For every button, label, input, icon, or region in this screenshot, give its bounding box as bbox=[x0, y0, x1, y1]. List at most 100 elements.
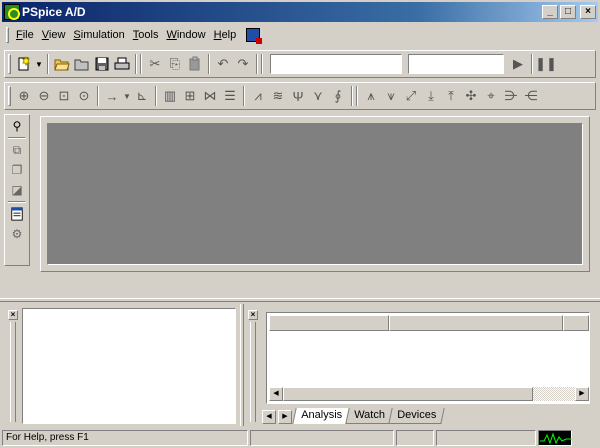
open-file-icon[interactable] bbox=[72, 54, 92, 74]
probe-icon[interactable]: ⚲ bbox=[7, 117, 27, 135]
pane-grip[interactable] bbox=[10, 322, 16, 422]
zoom-fit-icon[interactable]: ⊙ bbox=[74, 86, 94, 106]
toolbar-separator bbox=[135, 54, 137, 74]
prev-icon[interactable]: ⋲ bbox=[521, 86, 541, 106]
menu-bar-grip[interactable] bbox=[6, 27, 9, 43]
toolbar-separator bbox=[155, 86, 157, 106]
horizontal-scrollbar[interactable]: ◀ ▶ bbox=[269, 387, 589, 401]
new-icon[interactable] bbox=[14, 54, 34, 74]
toolbar-separator bbox=[97, 86, 99, 106]
status-help-text: For Help, press F1 bbox=[2, 430, 248, 446]
simulation-secondary-combo[interactable] bbox=[408, 54, 504, 74]
toolbar-separator bbox=[243, 86, 245, 106]
scroll-left-icon[interactable]: ◀ bbox=[269, 387, 283, 401]
open-folder-icon[interactable] bbox=[52, 54, 72, 74]
copy-window-icon[interactable]: ◪ bbox=[7, 181, 27, 199]
tile-icon[interactable]: ⧉ bbox=[7, 141, 27, 159]
output-file-icon[interactable] bbox=[7, 205, 27, 223]
arrow-icon[interactable]: → bbox=[102, 86, 122, 106]
close-icon[interactable]: × bbox=[8, 310, 18, 320]
simulation-profile-combo[interactable] bbox=[270, 54, 402, 74]
redo-icon[interactable]: ↷ bbox=[233, 54, 253, 74]
vertical-splitter[interactable] bbox=[240, 304, 244, 426]
tab-devices[interactable]: Devices bbox=[388, 408, 445, 424]
pspice-app-icon[interactable] bbox=[4, 4, 20, 20]
grid-column-header[interactable] bbox=[563, 315, 589, 331]
add-plot-icon[interactable]: ⊞ bbox=[180, 86, 200, 106]
toolbar-separator bbox=[261, 54, 263, 74]
pane-grip[interactable] bbox=[250, 322, 256, 422]
settings-icon[interactable]: ⚙ bbox=[7, 225, 27, 243]
menu-tools[interactable]: Tools bbox=[129, 29, 163, 41]
document-icon[interactable] bbox=[246, 28, 263, 44]
mdi-workspace bbox=[40, 116, 590, 272]
menu-window[interactable]: Window bbox=[162, 29, 209, 41]
point-icon[interactable]: ✣ bbox=[461, 86, 481, 106]
eval-icon[interactable]: ∮ bbox=[328, 86, 348, 106]
maximize-button[interactable]: □ bbox=[560, 5, 576, 19]
cut-icon[interactable]: ✂ bbox=[145, 54, 165, 74]
scroll-thumb[interactable] bbox=[283, 387, 533, 401]
menu-simulation[interactable]: Simulation bbox=[69, 29, 128, 41]
fourier-icon[interactable]: ≋ bbox=[268, 86, 288, 106]
workspace-area[interactable] bbox=[47, 123, 583, 265]
columns-icon[interactable]: ▥ bbox=[160, 86, 180, 106]
pause-icon[interactable]: ❚❚ bbox=[535, 54, 557, 74]
trough-icon[interactable]: ⩛ bbox=[381, 86, 401, 106]
close-icon[interactable]: × bbox=[248, 310, 258, 320]
tab-scroll-left-icon[interactable]: ◀ bbox=[262, 410, 276, 424]
grid-column-header[interactable] bbox=[269, 315, 389, 331]
play-icon[interactable]: ▶ bbox=[508, 54, 528, 74]
toolbar-separator bbox=[256, 54, 258, 74]
close-button[interactable]: × bbox=[580, 5, 596, 19]
cursor-icon[interactable]: ⋈ bbox=[200, 86, 220, 106]
cascade-icon[interactable]: ❐ bbox=[7, 161, 27, 179]
waveform-icon bbox=[538, 430, 572, 446]
tab-watch[interactable]: Watch bbox=[345, 408, 394, 424]
axis-icon[interactable]: ⊾ bbox=[132, 86, 152, 106]
slope-icon[interactable]: ⤢ bbox=[401, 86, 421, 106]
zoom-area-icon[interactable]: ⊡ bbox=[54, 86, 74, 106]
next-icon[interactable]: ⋺ bbox=[501, 86, 521, 106]
menu-help[interactable]: Help bbox=[210, 29, 241, 41]
status-cell bbox=[250, 430, 394, 446]
minimize-button[interactable]: _ bbox=[542, 5, 558, 19]
scroll-track-remainder[interactable] bbox=[533, 387, 575, 401]
toolbar-separator bbox=[356, 86, 358, 106]
window-title: PSpice A/D bbox=[22, 5, 86, 19]
dropdown-icon[interactable]: ▼ bbox=[34, 54, 44, 74]
mark-icon[interactable]: ⋎ bbox=[308, 86, 328, 106]
menu-file[interactable]: File bbox=[12, 29, 38, 41]
paste-icon[interactable] bbox=[185, 54, 205, 74]
save-icon[interactable] bbox=[92, 54, 112, 74]
toolbar-separator bbox=[8, 137, 26, 139]
menu-bar: File View Simulation Tools Window Help bbox=[2, 24, 598, 46]
peak-icon[interactable]: ⩚ bbox=[361, 86, 381, 106]
copy-icon[interactable]: ⎘ bbox=[165, 54, 185, 74]
trace-icon[interactable]: ⩘ bbox=[248, 86, 268, 106]
tab-scroll-right-icon[interactable]: ▶ bbox=[278, 410, 292, 424]
output-window[interactable] bbox=[22, 308, 236, 424]
label-icon[interactable]: Ψ bbox=[288, 86, 308, 106]
tab-analysis[interactable]: Analysis bbox=[292, 408, 351, 424]
undo-icon[interactable]: ↶ bbox=[213, 54, 233, 74]
simulation-status-window[interactable]: ◀ ▶ bbox=[266, 312, 590, 404]
print-icon[interactable] bbox=[112, 54, 132, 74]
status-cell bbox=[436, 430, 536, 446]
zoom-out-icon[interactable]: ⊖ bbox=[34, 86, 54, 106]
toolbar-separator bbox=[351, 86, 353, 106]
scroll-right-icon[interactable]: ▶ bbox=[575, 387, 589, 401]
grid-column-header[interactable] bbox=[389, 315, 563, 331]
dropdown-icon[interactable]: ▼ bbox=[122, 86, 132, 106]
scroll-track[interactable] bbox=[283, 387, 575, 401]
zoom-in-icon[interactable]: ⊕ bbox=[14, 86, 34, 106]
table-icon[interactable]: ☰ bbox=[220, 86, 240, 106]
min-icon[interactable]: ⤓ bbox=[421, 86, 441, 106]
max-icon[interactable]: ⤒ bbox=[441, 86, 461, 106]
toolbar-grip[interactable] bbox=[8, 54, 11, 74]
toolbar-grip[interactable] bbox=[8, 86, 11, 106]
horizontal-splitter[interactable] bbox=[0, 298, 600, 302]
menu-view[interactable]: View bbox=[38, 29, 70, 41]
window-toolbar: ⚲ ⧉ ❐ ◪ ⚙ bbox=[4, 114, 30, 266]
search-icon[interactable]: ⌖ bbox=[481, 86, 501, 106]
